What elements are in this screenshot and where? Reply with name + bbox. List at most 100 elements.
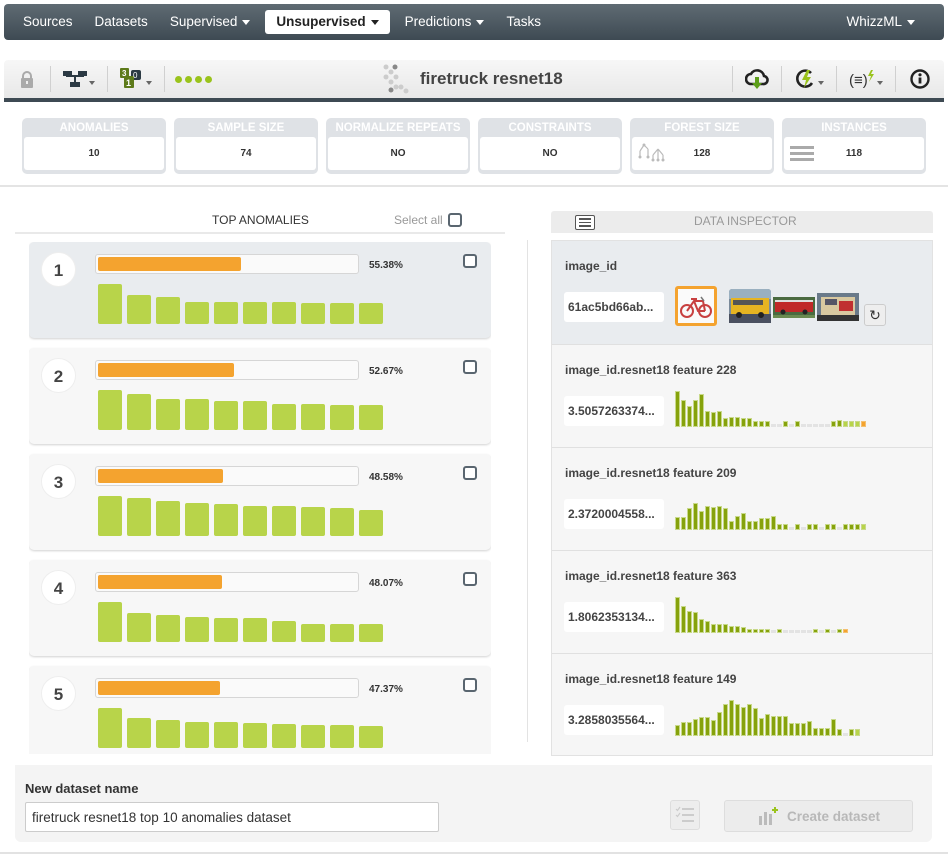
download-button[interactable] [733,60,781,98]
anomaly-score: 55.38% [369,260,403,271]
anomaly-checkbox[interactable] [463,678,477,692]
histogram-bin [681,399,686,427]
nav-unsupervised[interactable]: Unsupervised [265,10,390,34]
histogram-bin [759,718,764,736]
dataset-add-icon [758,807,778,825]
importance-bar [127,613,151,642]
summary-label: ANOMALIES [59,122,129,134]
nav-datasets[interactable]: Datasets [84,10,159,34]
histogram-bin [801,723,806,736]
nav-predictions[interactable]: Predictions [394,10,496,34]
create-dataset-button[interactable]: Create dataset [724,800,913,832]
nav-tasks[interactable]: Tasks [495,10,552,34]
resource-title: firetruck resnet18 [382,60,563,98]
svg-text:(≡): (≡) [849,72,868,89]
summary-value: 74 [176,137,316,170]
batch-score-button[interactable] [782,60,836,98]
field-histogram [675,494,866,530]
summary-label: NORMALIZE REPEATS [335,122,461,134]
histogram-bin [675,597,680,633]
importance-bar [243,400,267,430]
thumbnail-bicycle[interactable] [675,286,717,326]
summary-value-wrap: 118 [784,137,924,170]
histogram-bin [855,728,860,736]
school-bus-image [729,289,771,323]
histogram-bin [843,733,848,736]
importance-bar [127,717,151,748]
histogram-bin [795,630,800,633]
create-dataset-label: Create dataset [786,808,881,824]
info-button[interactable] [896,60,944,98]
thumbnail-fire-truck-front[interactable] [817,289,859,329]
anomaly-item[interactable]: 2 52.67% [29,348,491,444]
histogram-bin [717,505,722,530]
nav-label: Datasets [94,14,148,29]
histogram-bin [729,700,734,736]
histogram-bin [777,524,782,530]
histogram-bin [699,618,704,633]
importance-bar [330,725,354,748]
field-name: image_id.resnet18 feature 363 [565,569,737,583]
summary-value-wrap: 128 [632,137,772,170]
bottom-divider [0,852,948,854]
histogram-bin [825,628,830,633]
histogram-bin [729,416,734,427]
histogram-bin [825,728,830,736]
formula-button[interactable]: (≡) [837,60,895,98]
anomalies-list[interactable]: 1 55.38% 2 52.67% 3 48.58% 4 48.07% 5 47… [29,242,491,754]
anomaly-item[interactable]: 1 55.38% [29,242,491,338]
histogram-bin [813,628,818,633]
histogram-bin [783,524,788,530]
nav-sources[interactable]: Sources [12,10,84,34]
menu-icon[interactable] [575,215,595,230]
lock-button[interactable] [4,60,50,98]
histogram-bin [795,421,800,427]
field-importance-histogram [98,284,383,324]
nav-whizzml[interactable]: WhizzML [835,10,926,34]
histogram-bin [807,630,812,633]
select-all-checkbox[interactable] [447,213,462,227]
histogram-bin [687,722,692,736]
field-histogram [675,700,860,736]
histogram-bin [837,628,842,633]
download-cloud-icon [745,69,769,89]
histogram-bin [705,620,710,633]
nav-supervised[interactable]: Supervised [159,10,262,34]
anomaly-item[interactable]: 4 48.07% [29,560,491,656]
thumbnail-fire-truck-side[interactable] [773,289,815,329]
histogram-bin [795,723,800,736]
importance-bar [214,504,238,536]
dataset-name-input[interactable] [25,802,439,832]
select-all[interactable]: Select all [394,213,462,227]
evaluation-counter-button[interactable]: 301 [108,60,164,98]
anomaly-checkbox[interactable] [463,466,477,480]
importance-bar [98,602,122,642]
histogram-bin [717,623,722,633]
nav-label: Supervised [169,14,238,29]
select-fields-button[interactable] [670,800,700,830]
anomaly-item[interactable]: 5 47.37% [29,666,491,754]
anomaly-checkbox[interactable] [463,572,477,586]
top-navbar: Sources Datasets Supervised Unsupervised… [4,4,944,40]
field-name: image_id.resnet18 feature 209 [565,466,737,480]
chevron-down-icon [907,19,915,25]
refresh-button[interactable]: ↻ [864,304,886,326]
anomaly-item[interactable]: 3 48.58% [29,454,491,550]
importance-bar [127,498,151,536]
chevron-down-icon [877,81,883,85]
importance-bar [214,722,238,748]
anomaly-checkbox[interactable] [463,360,477,374]
importance-bar [272,506,296,536]
histogram-bin [819,630,824,633]
thumbnail-school-bus[interactable] [729,289,771,329]
anomaly-score-fill [98,257,241,271]
anomaly-checkbox[interactable] [463,254,477,268]
field-importance-histogram [98,390,383,430]
histogram-bin [765,421,770,427]
chevron-down-icon [476,19,485,25]
anomaly-detector-icon [383,64,409,94]
model-tree-icon [63,71,87,87]
model-tree-button[interactable] [51,60,107,98]
forest-icon [638,143,665,162]
data-inspector-panel[interactable]: image_id 61ac5bd66ab... ↻ image_id.resne… [551,240,933,756]
